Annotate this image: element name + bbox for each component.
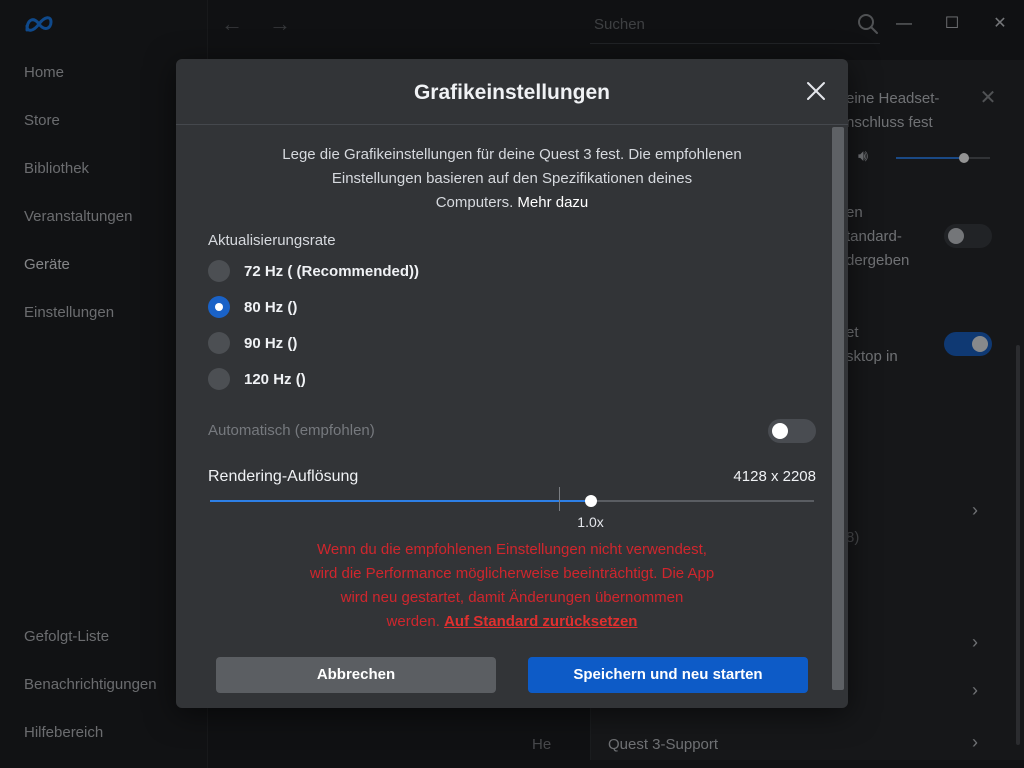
warning-line: Wenn du die empfohlenen Einstellungen ni… [317,541,707,558]
refresh-option-90hz[interactable]: 90 Hz () [208,331,297,355]
close-icon[interactable] [804,79,828,103]
description-text: Computers. [435,194,514,211]
auto-recommended-label: Automatisch (empfohlen) [208,422,375,439]
radio-label: 80 Hz () [244,298,298,316]
render-resolution-label: Rendering-Auflösung [208,468,359,485]
radio-label: 120 Hz () [244,370,306,388]
learn-more-link[interactable]: Mehr dazu [517,194,588,211]
refresh-rate-label: Aktualisierungsrate [208,232,336,249]
graphics-settings-dialog: Grafikeinstellungen Lege die Grafikeinst… [176,59,848,708]
warning-text: werden. [386,613,440,630]
resolution-default-marker [559,487,560,511]
refresh-option-80hz[interactable]: 80 Hz () [208,295,297,319]
radio-label: 90 Hz () [244,334,298,352]
resolution-slider-track[interactable] [210,500,814,502]
warning-line: wird neu gestartet, damit Änderungen übe… [340,589,684,606]
render-resolution-value: 4128 x 2208 [733,468,816,485]
resolution-slider-thumb[interactable] [584,495,597,507]
save-and-restart-button[interactable]: Speichern und neu starten [528,657,808,693]
refresh-option-120hz[interactable]: 120 Hz () [208,367,306,391]
radio-button[interactable] [208,260,230,282]
auto-recommended-toggle[interactable] [768,419,816,443]
toggle-knob [772,423,788,439]
warning-line: werden. Auf Standard zurücksetzen [262,610,762,634]
radio-button[interactable] [208,332,230,354]
radio-button[interactable] [208,368,230,390]
reset-to-default-link[interactable]: Auf Standard zurücksetzen [444,613,637,630]
radio-button[interactable] [208,296,230,318]
resolution-slider-fill [210,500,591,502]
warning-line: wird die Performance möglicherweise beei… [309,565,715,582]
cancel-button[interactable]: Abbrechen [216,657,496,693]
description-line: Einstellungen basieren auf den Spezifika… [331,170,693,187]
resolution-slider-value: 1.0x [577,514,604,530]
performance-warning: Wenn du die empfohlenen Einstellungen ni… [262,538,762,634]
dialog-scrollbar[interactable] [832,127,844,690]
dialog-title: Grafikeinstellungen [413,81,611,104]
dialog-scrollbar-thumb[interactable] [832,127,844,690]
description-line: Lege die Grafikeinstellungen für deine Q… [282,146,742,163]
dialog-description: Lege die Grafikeinstellungen für deine Q… [246,143,778,215]
description-line: Computers. Mehr dazu [246,191,778,215]
radio-label: 72 Hz ( (Recommended)) [244,262,420,280]
dialog-header: Grafikeinstellungen [176,59,848,125]
refresh-option-72hz[interactable]: 72 Hz ( (Recommended)) [208,259,419,283]
